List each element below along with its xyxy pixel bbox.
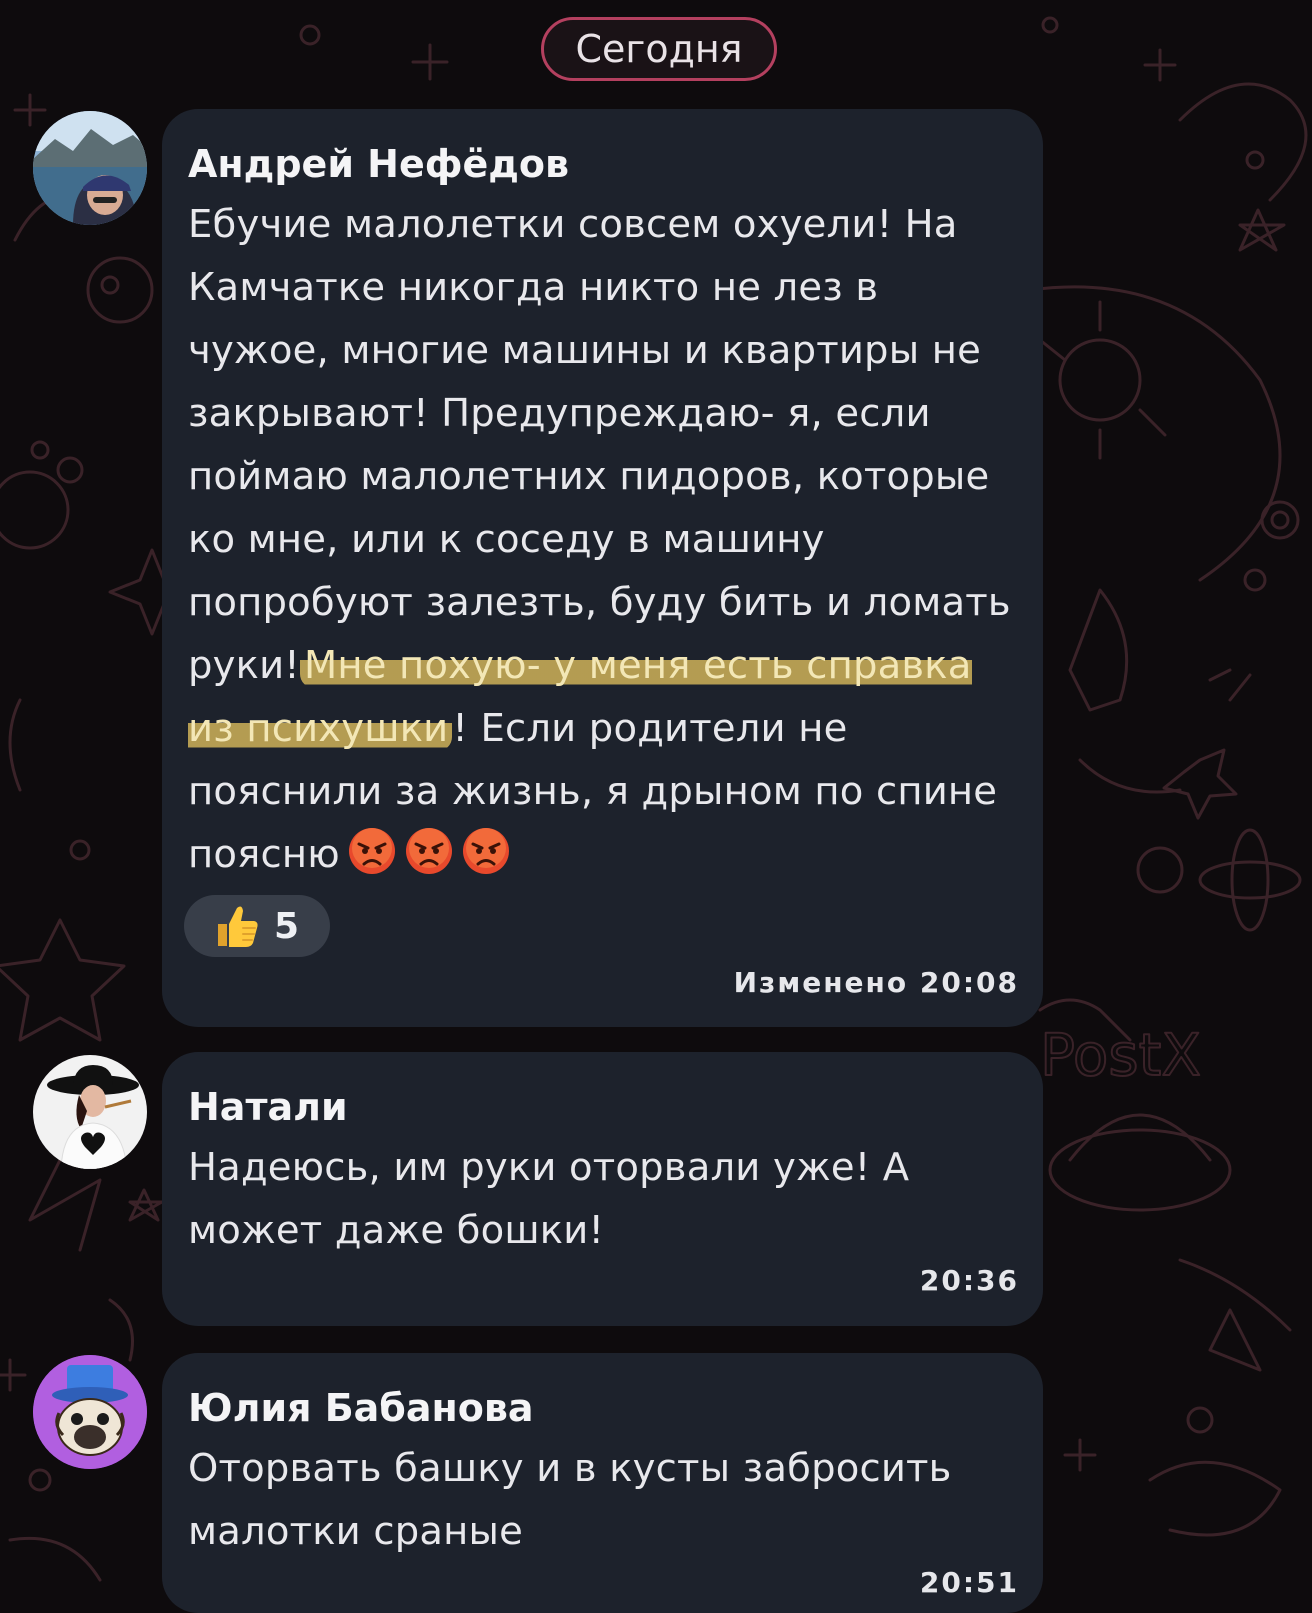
- svg-text:PostX: PostX: [1040, 1021, 1201, 1089]
- message-time: 20:36: [919, 1264, 1019, 1297]
- message-time: 20:51: [919, 1566, 1019, 1599]
- reaction-count: 5: [274, 905, 300, 947]
- date-separator: Сегодня: [541, 17, 777, 81]
- message-text: Надеюсь, им руки оторвали уже! А может д…: [188, 1145, 910, 1253]
- sender-name[interactable]: Юлия Бабанова: [188, 1379, 1019, 1437]
- avatar-photo-icon: [33, 1355, 147, 1469]
- message-text: Ебучие малолетки совсем охуели! На Камча…: [188, 193, 1019, 886]
- avatar[interactable]: [33, 1055, 147, 1169]
- message-bubble: Юлия Бабанова Оторвать башку и в кусты з…: [162, 1353, 1043, 1613]
- avatar[interactable]: [33, 111, 147, 225]
- angry-face-icon: [462, 828, 509, 874]
- message-text-part: Ебучие малолетки совсем охуели! На Камча…: [188, 202, 1011, 688]
- message-bubble: Андрей Нефёдов Ебучие малолетки совсем о…: [162, 109, 1043, 1027]
- sender-name[interactable]: Натали: [188, 1078, 1019, 1136]
- avatar[interactable]: [33, 1355, 147, 1469]
- angry-face-icon: [348, 828, 395, 874]
- avatar-photo-icon: [33, 111, 147, 225]
- sender-name[interactable]: Андрей Нефёдов: [188, 135, 1019, 193]
- message-bubble: Натали Надеюсь, им руки оторвали уже! А …: [162, 1052, 1043, 1326]
- message-text: Оторвать башку и в кусты забросить малот…: [188, 1446, 952, 1554]
- thumbs-up-icon: [218, 906, 258, 947]
- angry-face-icon: [405, 828, 452, 874]
- message-time: Изменено 20:08: [733, 966, 1019, 999]
- reaction-thumbs-up[interactable]: 5: [184, 895, 330, 957]
- avatar-photo-icon: [33, 1055, 147, 1169]
